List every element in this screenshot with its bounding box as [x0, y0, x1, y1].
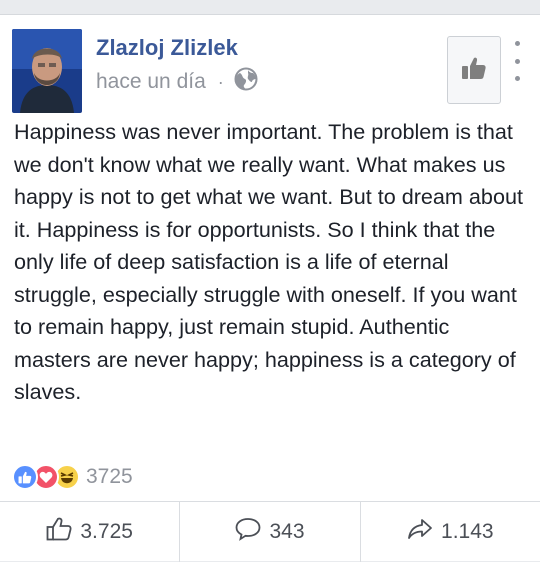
avatar[interactable]: [12, 29, 82, 113]
like-icon: [12, 464, 38, 490]
share-count: 1.143: [441, 520, 494, 543]
post-meta: hace un día ·: [96, 67, 258, 97]
globe-icon: [234, 67, 258, 97]
reaction-count: 3725: [86, 465, 133, 488]
share-icon: [407, 517, 441, 547]
reactions-summary[interactable]: 3725: [12, 463, 133, 491]
top-strip: [0, 0, 540, 14]
more-vertical-icon[interactable]: [512, 41, 522, 81]
timestamp[interactable]: hace un día: [96, 70, 206, 94]
like-button[interactable]: 3.725: [0, 502, 179, 562]
like-count: 3.725: [80, 520, 133, 543]
author-name[interactable]: Zlazloj Zlizlek: [96, 35, 238, 61]
comment-icon: [235, 517, 269, 547]
comment-count: 343: [269, 520, 305, 543]
post-text: Happiness was never important. The probl…: [14, 119, 523, 404]
thumbs-up-icon: [461, 56, 487, 85]
post-card: Zlazloj Zlizlek hace un día · Happiness …: [0, 14, 540, 562]
share-button[interactable]: 1.143: [359, 502, 540, 562]
like-page-button[interactable]: [447, 36, 501, 104]
thumbs-up-outline-icon: [46, 517, 80, 547]
action-bar: 3.725 343 1.143: [0, 501, 540, 562]
comment-button[interactable]: 343: [179, 502, 359, 562]
meta-separator: ·: [217, 71, 224, 92]
